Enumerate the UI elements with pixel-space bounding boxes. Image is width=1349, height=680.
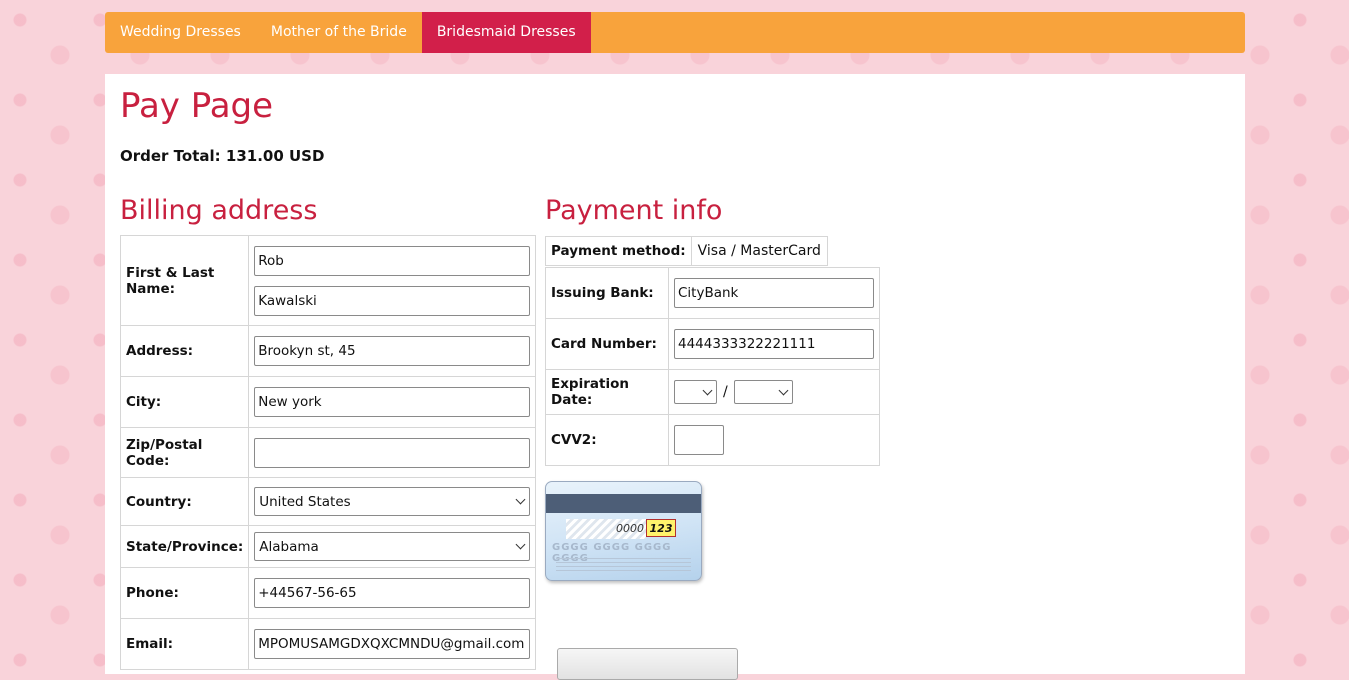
- billing-table: First & Last Name: Address: City: Zip/Po…: [119, 235, 537, 670]
- country-label: Country:: [119, 477, 250, 526]
- exp-month-select[interactable]: [674, 380, 717, 404]
- phone-label: Phone:: [119, 567, 250, 619]
- email-input[interactable]: [254, 629, 531, 659]
- state-label: State/Province:: [119, 525, 250, 568]
- card-fine-print: [556, 558, 691, 572]
- address-label: Address:: [119, 325, 250, 377]
- card-cvv-hint: 123: [646, 519, 676, 537]
- email-label: Email:: [119, 618, 250, 670]
- card-signature-strip: 0000: [566, 519, 646, 539]
- city-label: City:: [119, 376, 250, 428]
- exp-separator: /: [723, 384, 728, 400]
- card-number-input[interactable]: [674, 329, 874, 359]
- billing-heading: Billing address: [120, 195, 318, 226]
- chevron-down-icon: [515, 494, 526, 505]
- chevron-down-icon: [702, 385, 713, 396]
- payment-method-label: Payment method:: [546, 237, 692, 265]
- cvv-input[interactable]: [674, 425, 724, 455]
- nav-item-bridesmaid-dresses[interactable]: Bridesmaid Dresses: [421, 12, 591, 53]
- state-value: Alabama: [259, 538, 319, 555]
- last-name-input[interactable]: [254, 285, 531, 316]
- payment-method-value: Visa / MasterCard: [697, 243, 821, 259]
- top-nav: Wedding Dresses Mother of the Bride Brid…: [105, 12, 1245, 53]
- chevron-down-icon: [515, 539, 526, 550]
- payment-table: Issuing Bank: Card Number: Expiration Da…: [545, 267, 880, 466]
- state-select[interactable]: Alabama: [254, 532, 531, 561]
- name-label: First & Last Name:: [119, 235, 250, 326]
- city-input[interactable]: [254, 387, 531, 417]
- submit-button[interactable]: [557, 648, 738, 680]
- main-panel: Pay Page Order Total: 131.00 USD Billing…: [105, 74, 1245, 680]
- magnetic-stripe: [546, 494, 701, 513]
- exp-year-select[interactable]: [733, 380, 793, 404]
- country-select[interactable]: United States: [254, 487, 531, 516]
- chevron-down-icon: [778, 385, 789, 396]
- country-value: United States: [259, 493, 351, 510]
- cvv-label: CVV2:: [545, 414, 669, 466]
- zip-input[interactable]: [254, 437, 531, 468]
- card-number-label: Card Number:: [545, 318, 669, 370]
- address-input[interactable]: [254, 336, 531, 366]
- bank-label: Issuing Bank:: [545, 267, 669, 319]
- nav-item-wedding-dresses[interactable]: Wedding Dresses: [105, 12, 256, 53]
- phone-input[interactable]: [254, 578, 531, 608]
- nav-item-mother-of-the-bride[interactable]: Mother of the Bride: [256, 12, 422, 53]
- zip-label: Zip/Postal Code:: [119, 427, 250, 478]
- payment-method-row: Payment method: Visa / MasterCard: [545, 236, 828, 266]
- expiration-label: Expiration Date:: [545, 369, 669, 415]
- page-title: Pay Page: [120, 86, 274, 126]
- first-name-input[interactable]: [254, 245, 531, 276]
- bank-input[interactable]: [674, 278, 874, 308]
- card-back-image: 0000 123 GGGG GGGG GGGG GGGG: [545, 481, 702, 581]
- order-total: Order Total: 131.00 USD: [120, 147, 325, 165]
- payment-heading: Payment info: [545, 195, 723, 226]
